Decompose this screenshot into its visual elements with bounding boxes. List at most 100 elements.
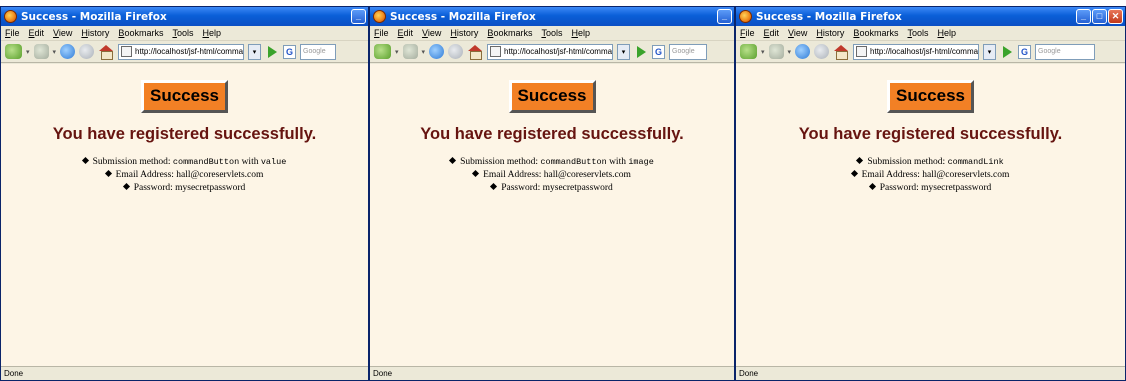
url-bar[interactable]: http://localhost/jsf-html/comman — [853, 43, 980, 60]
reload-icon[interactable] — [60, 44, 76, 59]
google-search-engine-icon[interactable]: G — [283, 44, 297, 59]
navigation-toolbar: ▾ ▾ http://localhost/jsf-html/comman ▾ G… — [370, 41, 734, 63]
search-placeholder: Google — [303, 48, 326, 55]
menu-edit[interactable]: Edit — [398, 28, 414, 38]
page-heading: You have registered successfully. — [52, 125, 317, 143]
page-heading: You have registered successfully. — [798, 125, 1063, 143]
menu-edit[interactable]: Edit — [29, 28, 45, 38]
google-search-engine-icon[interactable]: G — [652, 44, 666, 59]
menu-file[interactable]: File — [5, 28, 20, 38]
title-bar[interactable]: Success - Mozilla Firefox _ □ ✕ — [736, 7, 1125, 26]
url-bar[interactable]: http://localhost/jsf-html/comman — [118, 43, 245, 60]
menu-view[interactable]: View — [788, 28, 807, 38]
back-icon[interactable] — [374, 44, 391, 59]
maximize-button[interactable]: □ — [1092, 9, 1107, 24]
forward-icon[interactable] — [402, 44, 418, 59]
stop-icon[interactable] — [814, 44, 830, 59]
stop-icon[interactable] — [448, 44, 464, 59]
list-item-email: Email Address: hall@coreservlets.com — [104, 169, 263, 182]
browser-window-2: Success - Mozilla Firefox _ File Edit Vi… — [369, 6, 735, 381]
list-item-method: Submission method: commandButton with im… — [449, 156, 654, 169]
url-bar[interactable]: http://localhost/jsf-html/comman — [487, 43, 614, 60]
forward-dropdown-icon[interactable]: ▾ — [53, 48, 57, 56]
window-title: Success - Mozilla Firefox — [21, 10, 167, 23]
menu-help[interactable]: Help — [571, 28, 590, 38]
forward-dropdown-icon[interactable]: ▾ — [422, 48, 426, 56]
status-bar: Done — [370, 366, 734, 380]
back-icon[interactable] — [740, 44, 757, 59]
url-dropdown-icon[interactable]: ▾ — [248, 43, 262, 60]
navigation-toolbar: ▾ ▾ http://localhost/jsf-html/comman ▾ G… — [736, 41, 1125, 63]
menu-bar: File Edit View History Bookmarks Tools H… — [736, 26, 1125, 41]
menu-bookmarks[interactable]: Bookmarks — [118, 28, 163, 38]
back-dropdown-icon[interactable]: ▾ — [395, 48, 399, 56]
window-title: Success - Mozilla Firefox — [390, 10, 536, 23]
google-search-engine-icon[interactable]: G — [1018, 44, 1032, 59]
status-text: Done — [4, 369, 24, 378]
search-placeholder: Google — [1038, 48, 1061, 55]
firefox-icon — [739, 10, 752, 23]
url-dropdown-icon[interactable]: ▾ — [617, 43, 631, 60]
page-icon — [121, 46, 133, 57]
page-icon — [490, 46, 502, 57]
search-input[interactable]: Google — [300, 43, 337, 60]
url-dropdown-icon[interactable]: ▾ — [983, 43, 997, 60]
registration-details: Submission method: commandButton with va… — [1, 156, 368, 195]
menu-tools[interactable]: Tools — [541, 28, 562, 38]
firefox-icon — [373, 10, 386, 23]
home-icon[interactable] — [833, 44, 849, 60]
search-placeholder: Google — [672, 48, 695, 55]
close-button[interactable]: ✕ — [1108, 9, 1123, 24]
list-item-password: Password: mysecretpassword — [122, 182, 245, 195]
page-content: Success You have registered successfully… — [1, 64, 368, 366]
menu-edit[interactable]: Edit — [764, 28, 780, 38]
forward-icon[interactable] — [33, 44, 49, 59]
window-title: Success - Mozilla Firefox — [756, 10, 902, 23]
list-item-method: Submission method: commandButton with va… — [81, 156, 286, 169]
menu-history[interactable]: History — [450, 28, 478, 38]
page-icon — [856, 46, 868, 57]
menu-help[interactable]: Help — [937, 28, 956, 38]
menu-bookmarks[interactable]: Bookmarks — [853, 28, 898, 38]
minimize-button[interactable]: _ — [717, 9, 732, 24]
go-icon[interactable] — [1000, 45, 1014, 59]
menu-view[interactable]: View — [422, 28, 441, 38]
back-dropdown-icon[interactable]: ▾ — [26, 48, 30, 56]
home-icon[interactable] — [98, 44, 114, 60]
menu-file[interactable]: File — [374, 28, 389, 38]
menu-bookmarks[interactable]: Bookmarks — [487, 28, 532, 38]
menu-help[interactable]: Help — [202, 28, 221, 38]
reload-icon[interactable] — [795, 44, 811, 59]
minimize-button[interactable]: _ — [351, 9, 366, 24]
menu-history[interactable]: History — [81, 28, 109, 38]
page-content: Success You have registered successfully… — [736, 64, 1125, 366]
menu-file[interactable]: File — [740, 28, 755, 38]
menu-history[interactable]: History — [816, 28, 844, 38]
title-bar[interactable]: Success - Mozilla Firefox _ — [1, 7, 368, 26]
back-icon[interactable] — [5, 44, 22, 59]
home-icon[interactable] — [467, 44, 483, 60]
url-text: http://localhost/jsf-html/comman — [870, 47, 980, 56]
list-item-password: Password: mysecretpassword — [868, 182, 991, 195]
menu-bar: File Edit View History Bookmarks Tools H… — [1, 26, 368, 41]
list-item-email: Email Address: hall@coreservlets.com — [472, 169, 631, 182]
go-icon[interactable] — [265, 45, 279, 59]
forward-dropdown-icon[interactable]: ▾ — [788, 48, 792, 56]
menu-tools[interactable]: Tools — [907, 28, 928, 38]
forward-icon[interactable] — [768, 44, 784, 59]
stop-icon[interactable] — [79, 44, 95, 59]
back-dropdown-icon[interactable]: ▾ — [761, 48, 765, 56]
url-text: http://localhost/jsf-html/comman — [135, 47, 245, 56]
title-bar[interactable]: Success - Mozilla Firefox _ — [370, 7, 734, 26]
status-bar: Done — [1, 366, 368, 380]
registration-details: Submission method: commandLink Email Add… — [736, 156, 1125, 195]
search-input[interactable]: Google — [1035, 43, 1096, 60]
search-input[interactable]: Google — [669, 43, 708, 60]
go-icon[interactable] — [634, 45, 648, 59]
reload-icon[interactable] — [429, 44, 445, 59]
menu-view[interactable]: View — [53, 28, 72, 38]
minimize-button[interactable]: _ — [1076, 9, 1091, 24]
registration-details: Submission method: commandButton with im… — [370, 156, 734, 195]
menu-tools[interactable]: Tools — [172, 28, 193, 38]
status-bar: Done — [736, 366, 1125, 380]
